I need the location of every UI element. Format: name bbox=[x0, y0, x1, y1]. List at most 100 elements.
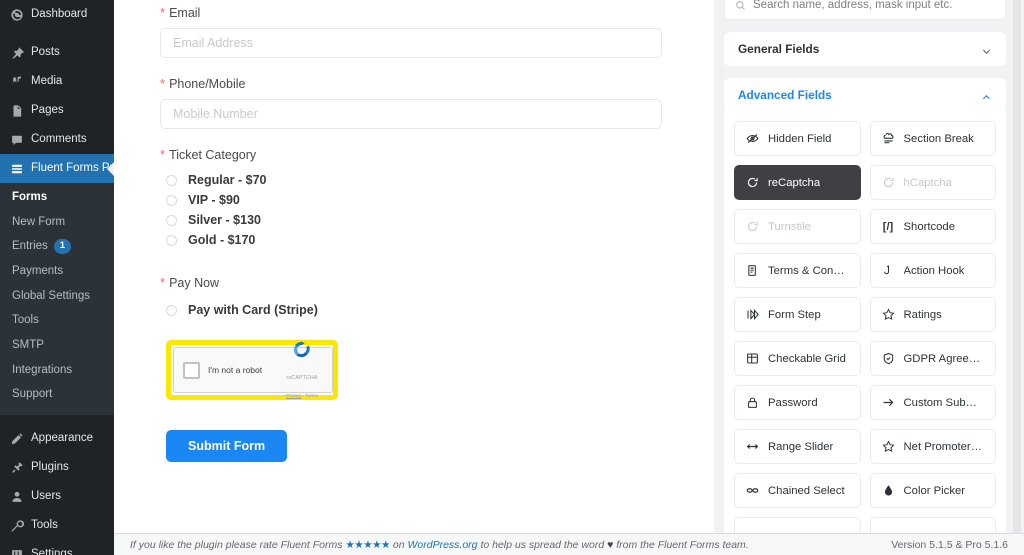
sidebar-item-users[interactable]: Users bbox=[0, 482, 114, 511]
submenu-item-forms[interactable]: Forms bbox=[0, 185, 114, 210]
fluent-forms-submenu: Forms New Form Entries 1 Payments Global… bbox=[0, 183, 114, 416]
field-button-hcaptcha[interactable]: hCaptcha bbox=[869, 165, 996, 200]
field-button-terms-conditions[interactable]: Terms & Conditi... bbox=[734, 253, 861, 288]
pin-icon bbox=[9, 45, 24, 60]
submenu-item-new-form[interactable]: New Form bbox=[0, 210, 114, 235]
recaptcha-icon bbox=[746, 176, 759, 189]
field-button-shortcode[interactable]: [/] Shortcode bbox=[869, 209, 996, 244]
field-button-gdpr-agreement[interactable]: GDPR Agreement bbox=[869, 341, 996, 376]
submenu-label: Tools bbox=[12, 314, 39, 327]
chevron-up-icon bbox=[981, 90, 992, 101]
field-button-label: Password bbox=[768, 396, 818, 409]
wordpress-org-link[interactable]: WordPress.org bbox=[407, 539, 477, 551]
required-asterisk: * bbox=[160, 275, 166, 290]
shield-icon bbox=[882, 352, 895, 365]
radio-option[interactable]: Gold - $170 bbox=[160, 230, 664, 250]
radio-label: Gold - $170 bbox=[188, 233, 256, 247]
turnstile-icon bbox=[746, 220, 759, 233]
dashboard-icon bbox=[9, 7, 24, 22]
terms-link[interactable]: Terms bbox=[305, 393, 318, 398]
field-button-color-picker[interactable]: Color Picker bbox=[869, 473, 996, 508]
phone-placeholder: Mobile Number bbox=[173, 107, 258, 121]
submenu-item-global-settings[interactable]: Global Settings bbox=[0, 284, 114, 309]
submenu-item-smtp[interactable]: SMTP bbox=[0, 333, 114, 358]
sidebar-item-comments[interactable]: Comments bbox=[0, 125, 114, 154]
arrow-right-icon bbox=[882, 396, 895, 409]
admin-footer: If you like the plugin please rate Fluen… bbox=[114, 533, 1024, 555]
field-button-range-slider[interactable]: Range Slider bbox=[734, 429, 861, 464]
ticket-category-label: * Ticket Category bbox=[160, 148, 664, 162]
submenu-item-entries[interactable]: Entries 1 bbox=[0, 234, 114, 259]
star-icon bbox=[881, 308, 895, 321]
radio-option[interactable]: Pay with Card (Stripe) bbox=[160, 300, 664, 320]
recaptcha-widget[interactable]: I'm not a robot reCAPTCHA Privacy - Term… bbox=[173, 341, 333, 398]
recaptcha-links: Privacy - Terms bbox=[286, 393, 318, 398]
entries-count-badge: 1 bbox=[53, 239, 72, 255]
footer-message: If you like the plugin please rate Fluen… bbox=[130, 539, 749, 551]
accordion-advanced-fields[interactable]: Advanced Fields bbox=[724, 78, 1006, 112]
field-phone: * Phone/Mobile Mobile Number bbox=[160, 77, 664, 129]
field-button-net-promoter-score[interactable]: Net Promoter Sc... bbox=[869, 429, 996, 464]
submenu-item-integrations[interactable]: Integrations bbox=[0, 358, 114, 383]
field-button-action-hook[interactable]: Action Hook bbox=[869, 253, 996, 288]
field-button-form-step[interactable]: Form Step bbox=[734, 297, 861, 332]
sidebar-active-arrow bbox=[107, 160, 114, 177]
pay-now-label: * Pay Now bbox=[160, 276, 664, 290]
sidebar-item-media[interactable]: Media bbox=[0, 67, 114, 96]
recaptcha-checkbox[interactable] bbox=[183, 361, 200, 379]
required-asterisk: * bbox=[160, 5, 166, 20]
star-icon bbox=[881, 440, 895, 453]
sidebar-item-fluent-forms-pro[interactable]: Fluent Forms Pro bbox=[0, 154, 114, 183]
radio-icon bbox=[166, 304, 177, 316]
grid-icon bbox=[746, 352, 759, 365]
radio-option[interactable]: VIP - $90 bbox=[160, 190, 664, 210]
field-button-chained-select[interactable]: Chained Select bbox=[734, 473, 861, 508]
field-button-recaptcha[interactable]: reCaptcha bbox=[734, 165, 861, 200]
forms-icon bbox=[9, 161, 24, 176]
field-button-custom-submit[interactable]: Custom Submit ... bbox=[869, 385, 996, 420]
heart-icon: ♥ bbox=[607, 538, 614, 551]
privacy-link[interactable]: Privacy bbox=[286, 393, 301, 398]
link-icon bbox=[746, 484, 759, 497]
field-button-label: Color Picker bbox=[903, 484, 966, 497]
footer-text-on: on bbox=[392, 538, 405, 551]
chevron-down-icon bbox=[981, 44, 992, 55]
sidebar-item-pages[interactable]: Pages bbox=[0, 96, 114, 125]
field-button-checkable-grid[interactable]: Checkable Grid bbox=[734, 341, 861, 376]
submenu-label: Support bbox=[12, 388, 53, 401]
rating-stars-icon[interactable]: ★★★★★ bbox=[345, 539, 390, 551]
submenu-item-support[interactable]: Support bbox=[0, 382, 114, 407]
phone-field[interactable]: Mobile Number bbox=[160, 99, 662, 129]
field-button-hidden-field[interactable]: Hidden Field bbox=[734, 121, 861, 156]
field-button-section-break[interactable]: Section Break bbox=[869, 121, 996, 156]
sidebar-item-plugins[interactable]: Plugins bbox=[0, 453, 114, 482]
recaptcha-branding: reCAPTCHA Privacy - Terms bbox=[281, 339, 323, 402]
sidebar-label: Pages bbox=[31, 104, 64, 117]
sidebar-label: Settings bbox=[31, 548, 73, 555]
sidebar-item-posts[interactable]: Posts bbox=[0, 38, 114, 67]
sidebar-item-tools[interactable]: Tools bbox=[0, 511, 114, 540]
sidebar-item-dashboard[interactable]: Dashboard bbox=[0, 0, 114, 29]
submenu-item-payments[interactable]: Payments bbox=[0, 259, 114, 284]
field-button-password[interactable]: Password bbox=[734, 385, 861, 420]
field-pay-now: * Pay Now Pay with Card (Stripe) bbox=[160, 276, 664, 320]
email-field[interactable]: Email Address bbox=[160, 28, 662, 58]
submit-form-button[interactable]: Submit Form bbox=[166, 430, 288, 462]
sidebar-item-appearance[interactable]: Appearance bbox=[0, 424, 114, 453]
submenu-item-tools[interactable]: Tools bbox=[0, 308, 114, 333]
submenu-label: New Form bbox=[12, 215, 66, 228]
accordion-general-fields[interactable]: General Fields bbox=[724, 32, 1006, 66]
panel-scrollbar[interactable] bbox=[1013, 0, 1021, 535]
field-email: * Email Email Address bbox=[160, 0, 664, 58]
field-button-label: Turnstile bbox=[768, 220, 811, 233]
sidebar-item-settings[interactable]: Settings bbox=[0, 540, 114, 555]
settings-icon bbox=[9, 547, 24, 555]
radio-option[interactable]: Silver - $130 bbox=[160, 210, 664, 230]
field-search-box[interactable]: Search name, address, mask input etc. bbox=[724, 0, 1006, 20]
email-label: * Email bbox=[160, 6, 664, 20]
radio-option[interactable]: Regular - $70 bbox=[160, 170, 664, 190]
field-button-turnstile[interactable]: Turnstile bbox=[734, 209, 861, 244]
field-button-ratings[interactable]: Ratings bbox=[869, 297, 996, 332]
search-input[interactable]: Search name, address, mask input etc. bbox=[753, 0, 952, 11]
radio-label: Silver - $130 bbox=[188, 213, 261, 227]
